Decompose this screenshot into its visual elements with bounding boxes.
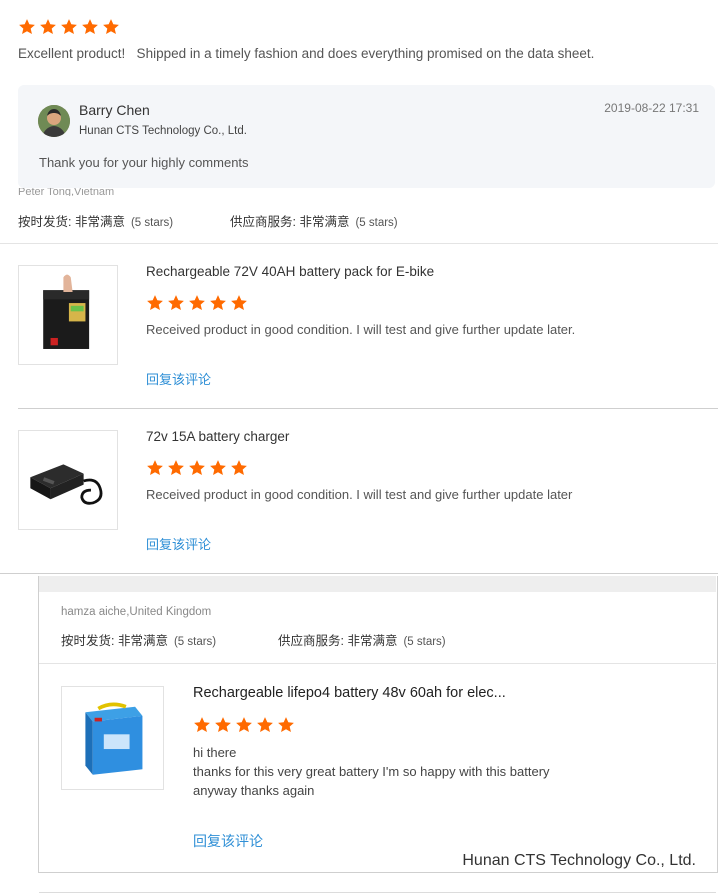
- star-icon: [230, 459, 248, 477]
- reply-company: Hunan CTS Technology Co., Ltd.: [79, 125, 247, 137]
- reply-text: Thank you for your highly comments: [39, 155, 249, 170]
- star-icon: [146, 459, 164, 477]
- star-icon: [167, 294, 185, 312]
- star-icon: [60, 18, 78, 36]
- review-comment: Received product in good condition. I wi…: [146, 322, 576, 337]
- reply-timestamp: 2019-08-22 17:31: [604, 101, 699, 115]
- reply-review-link[interactable]: 回复该评论: [193, 831, 263, 851]
- product-title[interactable]: Rechargeable lifepo4 battery 48v 60ah fo…: [193, 685, 506, 701]
- star-icon: [102, 18, 120, 36]
- reviewer-name: Peter Tong,Vietnam: [18, 188, 115, 196]
- divider: [0, 243, 718, 244]
- reviewer-name: hamza aiche,United Kingdom: [61, 606, 212, 618]
- divider: [18, 408, 718, 409]
- product-title[interactable]: 72v 15A battery charger: [146, 429, 289, 444]
- divider: [0, 573, 718, 574]
- charger-image: [30, 464, 103, 505]
- divider: [39, 892, 716, 893]
- service-label: 供应商服务: 非常满意: [230, 215, 350, 229]
- avatar: [38, 105, 70, 137]
- star-icon: [214, 716, 232, 734]
- review-comment-line: thanks for this very great battery I'm s…: [193, 764, 550, 779]
- star-icon: [39, 18, 57, 36]
- supplier-reply-box: Barry Chen Hunan CTS Technology Co., Ltd…: [18, 85, 715, 188]
- service-stars-text: (5 stars): [355, 217, 398, 229]
- rating-stars: [18, 18, 120, 36]
- reply-author: Barry Chen: [79, 102, 150, 118]
- star-icon: [81, 18, 99, 36]
- service-rating: 供应商服务: 非常满意 (5 stars): [230, 211, 398, 230]
- rating-stars: [146, 459, 248, 477]
- product-thumbnail[interactable]: [18, 430, 118, 530]
- lifepo4-battery-image: [84, 702, 142, 775]
- star-icon: [193, 716, 211, 734]
- divider: [39, 663, 716, 664]
- delivery-stars-text: (5 stars): [130, 217, 174, 229]
- delivery-label: 按时发货: 非常满意: [18, 215, 125, 229]
- product-title[interactable]: Rechargeable 72V 40AH battery pack for E…: [146, 264, 434, 279]
- review-comment: Received product in good condition. I wi…: [146, 487, 573, 502]
- reply-review-link[interactable]: 回复该评论: [146, 369, 211, 388]
- review-comment-line: anyway thanks again: [193, 783, 315, 798]
- star-icon: [188, 294, 206, 312]
- star-icon: [146, 294, 164, 312]
- star-icon: [230, 294, 248, 312]
- product-thumbnail[interactable]: [61, 686, 164, 790]
- star-icon: [277, 716, 295, 734]
- delivery-rating: 按时发货: 非常满意 (5 stars): [18, 211, 173, 230]
- delivery-stars-text: (5 stars): [173, 636, 217, 648]
- review-comment-line: hi there: [193, 745, 237, 760]
- star-icon: [256, 716, 274, 734]
- star-icon: [167, 459, 185, 477]
- battery-pack-image: [43, 274, 90, 349]
- reply-review-link[interactable]: 回复该评论: [146, 534, 211, 553]
- rating-stars: [146, 294, 248, 312]
- review-comment: Excellent product! Shipped in a timely f…: [18, 46, 595, 61]
- panel-header-bar: [39, 576, 716, 592]
- star-icon: [188, 459, 206, 477]
- star-icon: [18, 18, 36, 36]
- service-stars-text: (5 stars): [403, 636, 446, 648]
- star-icon: [209, 459, 227, 477]
- star-icon: [235, 716, 253, 734]
- star-icon: [209, 294, 227, 312]
- service-rating: 供应商服务: 非常满意 (5 stars): [278, 630, 446, 649]
- service-label: 供应商服务: 非常满意: [278, 634, 398, 648]
- rating-stars: [193, 716, 295, 734]
- watermark-text: Hunan CTS Technology Co., Ltd.: [462, 852, 696, 869]
- delivery-rating: 按时发货: 非常满意 (5 stars): [61, 630, 216, 649]
- product-thumbnail[interactable]: [18, 265, 118, 365]
- delivery-label: 按时发货: 非常满意: [61, 634, 168, 648]
